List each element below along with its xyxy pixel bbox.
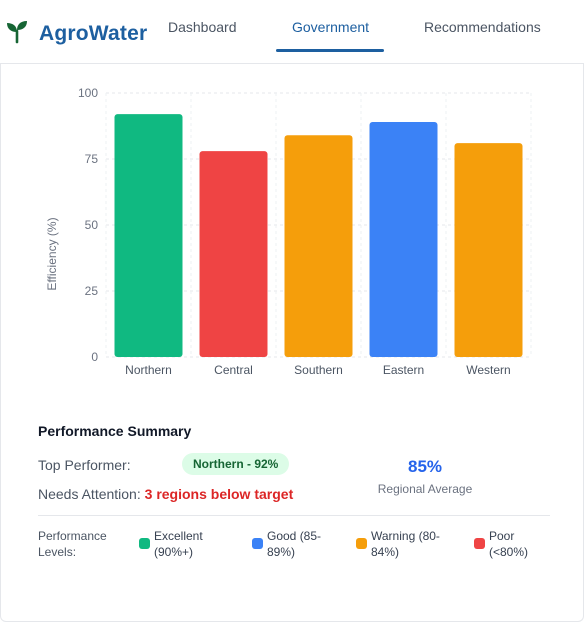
legend-title: Performance Levels: <box>38 529 107 559</box>
legend-item-excellent: Excellent (90%+) <box>139 528 234 560</box>
top-performer-label: Top Performer: <box>38 457 131 473</box>
summary-title: Performance Summary <box>38 423 192 439</box>
y-tick-label: 50 <box>85 218 99 232</box>
x-tick-label: Western <box>466 363 510 377</box>
legend-item-good: Good (85-89%) <box>252 528 327 560</box>
y-tick-label: 75 <box>85 152 99 166</box>
y-tick-label: 100 <box>78 86 98 100</box>
active-tab-indicator <box>276 49 384 52</box>
y-tick-label: 25 <box>85 284 99 298</box>
app-name: AgroWater <box>39 21 148 45</box>
bar-northern[interactable] <box>114 114 183 357</box>
y-tick-label: 0 <box>91 350 98 364</box>
legend-item-poor: Poor (<80%) <box>474 528 539 560</box>
tab-government[interactable]: Government <box>292 19 369 35</box>
regional-efficiency-card: 0 25 50 75 100 Northern Central Southern Eastern… <box>0 64 584 622</box>
bar-central[interactable] <box>199 151 268 357</box>
regional-average-label: Regional Average <box>377 482 473 496</box>
legend-swatch-warning <box>356 538 367 549</box>
x-tick-label: Southern <box>294 363 343 377</box>
legend-swatch-good <box>252 538 263 549</box>
divider <box>38 515 550 516</box>
tab-dashboard[interactable]: Dashboard <box>168 19 237 35</box>
sprout-icon <box>4 18 30 49</box>
top-navigation: AgroWater Dashboard Government Recommend… <box>0 0 584 64</box>
efficiency-bar-chart: 0 25 50 75 100 Northern Central Southern Eastern… <box>45 86 532 377</box>
needs-attention-label: Needs Attention: <box>38 486 141 502</box>
legend-label-good: Good (85-89%) <box>267 529 322 559</box>
bar-southern[interactable] <box>284 135 353 357</box>
bar-eastern[interactable] <box>369 122 438 357</box>
chart-bars <box>114 114 523 357</box>
top-performer-badge: Northern - 92% <box>182 453 290 475</box>
x-tick-label: Eastern <box>383 363 424 377</box>
x-tick-label: Northern <box>125 363 172 377</box>
legend-swatch-excellent <box>139 538 150 549</box>
brand[interactable]: AgroWater <box>4 18 147 49</box>
legend-swatch-poor <box>474 538 485 549</box>
legend-label-excellent: Excellent (90%+) <box>154 529 203 559</box>
bar-western[interactable] <box>454 143 523 357</box>
needs-attention-value: 3 regions below target <box>144 486 294 502</box>
legend-label-poor: Poor (<80%) <box>489 529 529 559</box>
y-axis-title: Efficiency (%) <box>45 217 59 290</box>
needs-attention-row: Needs Attention: 3 regions below target <box>38 486 293 502</box>
legend-label-warning: Warning (80-84%) <box>371 529 440 559</box>
x-tick-label: Central <box>214 363 253 377</box>
tab-recommendations[interactable]: Recommendations <box>424 19 541 35</box>
legend-item-warning: Warning (80-84%) <box>356 528 447 560</box>
regional-average-value: 85% <box>407 457 443 476</box>
